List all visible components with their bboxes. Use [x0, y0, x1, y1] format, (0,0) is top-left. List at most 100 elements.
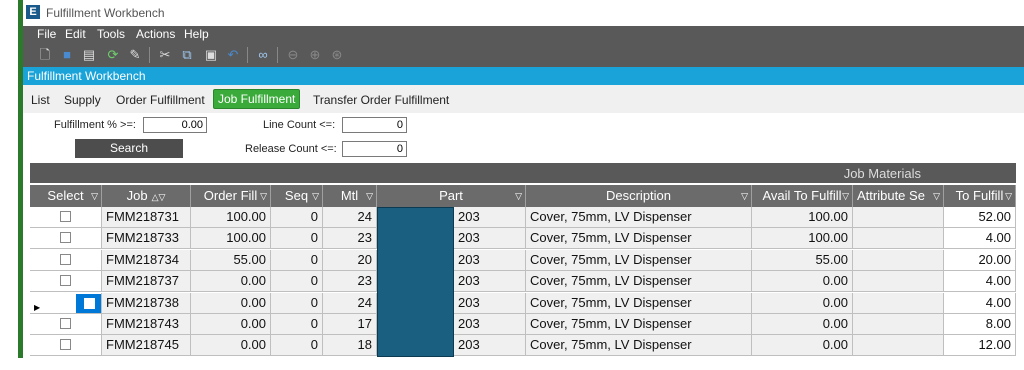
select-cell[interactable] — [30, 271, 102, 293]
filter-icon[interactable]: ▽ — [366, 185, 373, 207]
menu-file[interactable]: File — [37, 27, 56, 41]
avail-cell[interactable]: 0.00 — [752, 292, 853, 314]
mtl-cell[interactable]: 20 — [323, 249, 377, 271]
filter-icon[interactable]: ▽ — [1005, 185, 1012, 207]
select-cell[interactable]: ▶ — [30, 292, 102, 314]
select-cell[interactable] — [30, 335, 102, 357]
clipboard-icon[interactable]: ▤ — [81, 47, 97, 63]
table-row[interactable]: ▶ FMM218738 0.00 0 24 203 Cover, 75mm, LV Disp… — [30, 292, 1016, 314]
tab-supply[interactable]: Supply — [64, 93, 101, 107]
job-cell[interactable]: FMM218743 — [102, 314, 191, 335]
description-cell[interactable]: Cover, 75mm, LV Dispenser — [526, 335, 752, 357]
avail-cell[interactable]: 100.00 — [752, 207, 853, 228]
menu-actions[interactable]: Actions — [136, 27, 175, 41]
column-header-attribute-set[interactable]: Attribute Se ▽ — [853, 185, 944, 207]
new-icon[interactable]: 🗋 — [37, 47, 53, 63]
tab-list[interactable]: List — [31, 93, 50, 107]
filter-icon[interactable]: ▽ — [312, 185, 319, 207]
tab-transfer-order-fulfillment[interactable]: Transfer Order Fulfillment — [313, 93, 449, 107]
select-checkbox[interactable] — [60, 318, 71, 330]
filter-icon[interactable]: ▽ — [842, 185, 849, 207]
sort-icon[interactable]: △▽ — [152, 192, 166, 202]
select-cell[interactable] — [30, 314, 102, 335]
table-row[interactable]: FMM218733 100.00 0 23 203 Cover, 75mm, LV Dis… — [30, 228, 1016, 250]
paste-icon[interactable]: ▣ — [203, 47, 219, 63]
mtl-cell[interactable]: 17 — [323, 314, 377, 335]
tab-job-fulfillment[interactable]: Job Fulfillment — [213, 89, 301, 109]
avail-cell[interactable]: 0.00 — [752, 314, 853, 335]
filter-icon[interactable]: ▽ — [741, 185, 748, 207]
table-row[interactable]: FMM218743 0.00 0 17 203 Cover, 75mm, LV Dispe… — [30, 314, 1016, 335]
select-cell[interactable] — [30, 228, 102, 250]
copy-icon[interactable]: ⧉ — [179, 47, 195, 63]
description-cell[interactable]: Cover, 75mm, LV Dispenser — [526, 271, 752, 293]
home-icon[interactable]: ⊛ — [329, 47, 345, 63]
cut-icon[interactable]: ✂ — [157, 47, 173, 63]
description-cell[interactable]: Cover, 75mm, LV Dispenser — [526, 228, 752, 250]
attribute-set-cell[interactable] — [853, 249, 944, 271]
order-fill-cell[interactable]: 100.00 — [191, 207, 271, 228]
column-header-to-fulfill[interactable]: To Fulfill ▽ — [944, 185, 1016, 207]
description-cell[interactable]: Cover, 75mm, LV Dispenser — [526, 292, 752, 314]
to-fulfill-cell[interactable]: 4.00 — [944, 292, 1016, 314]
table-row[interactable]: FMM218737 0.00 0 23 203 Cover, 75mm, LV Dispe… — [30, 271, 1016, 293]
eraser-icon[interactable]: ✎ — [127, 47, 143, 63]
job-cell[interactable]: FMM218737 — [102, 271, 191, 293]
description-cell[interactable]: Cover, 75mm, LV Dispenser — [526, 249, 752, 271]
column-header-description[interactable]: Description ▽ — [526, 185, 752, 207]
job-cell[interactable]: FMM218734 — [102, 249, 191, 271]
select-checkbox[interactable] — [60, 275, 71, 287]
order-fill-cell[interactable]: 100.00 — [191, 228, 271, 250]
forward-icon[interactable]: ⊕ — [307, 47, 323, 63]
to-fulfill-cell[interactable]: 12.00 — [944, 335, 1016, 357]
column-header-seq[interactable]: Seq ▽ — [271, 185, 323, 207]
menu-edit[interactable]: Edit — [65, 27, 86, 41]
refresh-icon[interactable]: ⟳ — [105, 47, 121, 63]
line-count-input[interactable] — [342, 117, 407, 133]
undo-icon[interactable]: ↶ — [225, 47, 241, 63]
column-header-job[interactable]: Job △▽ — [102, 185, 191, 207]
filter-icon[interactable]: ▽ — [515, 185, 522, 207]
mtl-cell[interactable]: 24 — [323, 207, 377, 228]
column-header-mtl[interactable]: Mtl ▽ — [323, 185, 377, 207]
binoculars-icon[interactable]: ∞ — [255, 47, 271, 63]
attribute-set-cell[interactable] — [853, 271, 944, 293]
filter-icon[interactable]: ▽ — [933, 185, 940, 207]
mtl-cell[interactable]: 23 — [323, 228, 377, 250]
job-cell[interactable]: FMM218738 — [102, 292, 191, 314]
search-button[interactable]: Search — [75, 139, 183, 158]
select-checkbox[interactable] — [60, 339, 71, 351]
table-row[interactable]: FMM218745 0.00 0 18 203 Cover, 75mm, LV Dispe… — [30, 335, 1016, 357]
back-icon[interactable]: ⊖ — [285, 47, 301, 63]
to-fulfill-cell[interactable]: 20.00 — [944, 249, 1016, 271]
select-cell[interactable] — [30, 207, 102, 228]
column-header-avail-to-fulfill[interactable]: Avail To Fulfill ▽ — [752, 185, 853, 207]
order-fill-cell[interactable]: 0.00 — [191, 335, 271, 357]
description-cell[interactable]: Cover, 75mm, LV Dispenser — [526, 314, 752, 335]
seq-cell[interactable]: 0 — [271, 228, 323, 250]
filter-icon[interactable]: ▽ — [260, 185, 267, 207]
attribute-set-cell[interactable] — [853, 228, 944, 250]
order-fill-cell[interactable]: 55.00 — [191, 249, 271, 271]
select-checkbox[interactable] — [84, 297, 95, 309]
to-fulfill-cell[interactable]: 4.00 — [944, 228, 1016, 250]
avail-cell[interactable]: 55.00 — [752, 249, 853, 271]
save-icon[interactable]: ■ — [59, 47, 75, 63]
avail-cell[interactable]: 100.00 — [752, 228, 853, 250]
attribute-set-cell[interactable] — [853, 314, 944, 335]
column-header-select[interactable]: Select ▽ — [30, 185, 102, 207]
job-cell[interactable]: FMM218733 — [102, 228, 191, 250]
avail-cell[interactable]: 0.00 — [752, 271, 853, 293]
select-checkbox[interactable] — [60, 211, 71, 223]
seq-cell[interactable]: 0 — [271, 271, 323, 293]
attribute-set-cell[interactable] — [853, 207, 944, 228]
seq-cell[interactable]: 0 — [271, 207, 323, 228]
mtl-cell[interactable]: 24 — [323, 292, 377, 314]
to-fulfill-cell[interactable]: 52.00 — [944, 207, 1016, 228]
select-cell[interactable] — [30, 249, 102, 271]
filter-icon[interactable]: ▽ — [91, 185, 98, 207]
seq-cell[interactable]: 0 — [271, 292, 323, 314]
mtl-cell[interactable]: 18 — [323, 335, 377, 357]
order-fill-cell[interactable]: 0.00 — [191, 271, 271, 293]
select-checkbox[interactable] — [60, 232, 71, 244]
